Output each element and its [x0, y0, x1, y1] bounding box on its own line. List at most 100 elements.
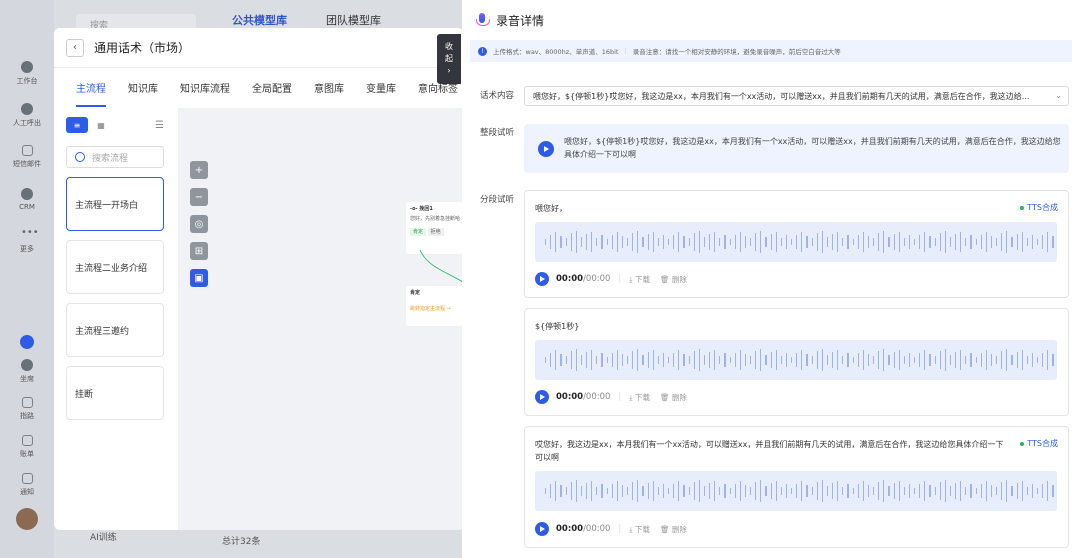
tab-main-flow[interactable]: 主流程: [76, 80, 106, 107]
waveform-bar: [996, 238, 998, 246]
delete-button[interactable]: 🗑 删除: [660, 274, 687, 285]
rail-item-notify[interactable]: 通知: [0, 466, 54, 504]
bill-icon: [21, 435, 33, 446]
waveform-bar: [1021, 350, 1023, 370]
flow-item[interactable]: 主流程一开场白: [66, 177, 164, 231]
waveform[interactable]: [535, 222, 1057, 262]
drawer-title: 录音详情: [496, 13, 545, 28]
waveform-bar: [765, 237, 767, 247]
waveform-bar: [1047, 481, 1049, 501]
grid-view-icon[interactable]: ▦: [90, 117, 112, 133]
waveform-bar: [965, 487, 967, 495]
play-icon[interactable]: [535, 522, 549, 536]
waveform-bar: [1016, 352, 1018, 368]
download-button[interactable]: ⤓ 下载: [629, 524, 650, 535]
flow-node-affirm[interactable]: 肯定 跳转指定主流程 →: [406, 286, 464, 326]
waveform-bar: [893, 234, 895, 250]
bg-ai-training[interactable]: AI训练: [90, 530, 117, 543]
bg-tab-public[interactable]: 公共模型库: [232, 12, 287, 28]
play-icon[interactable]: [538, 141, 554, 157]
back-button[interactable]: ‹: [66, 38, 84, 57]
flow-item[interactable]: 挂断: [66, 366, 164, 420]
rail-item-sms[interactable]: 短信邮件: [0, 136, 54, 178]
waveform-bar: [903, 356, 905, 364]
rail-item-route[interactable]: 指路: [0, 390, 54, 428]
waveform-bar: [760, 231, 762, 253]
waveform-bar: [729, 488, 731, 494]
waveform-bar: [637, 480, 639, 502]
waveform-bar: [580, 355, 582, 365]
rail-item-workbench[interactable]: 工作台: [0, 52, 54, 94]
delete-button[interactable]: 🗑 删除: [660, 524, 687, 535]
layout-grid-icon[interactable]: ▣: [190, 269, 208, 287]
upload-notice: ! 上传格式：wav、8000hz、单声道、16bit | 录音注意：请找一个相…: [470, 40, 1072, 62]
tab-variable[interactable]: 变量库: [366, 80, 396, 95]
waveform-bar: [919, 235, 921, 249]
download-button[interactable]: ⤓ 下载: [629, 392, 650, 403]
modal-tabs: 主流程 知识库 知识库流程 全局配置 意图库 变量库 意向标签: [54, 68, 464, 107]
waveform-bar: [755, 351, 757, 369]
flow-item[interactable]: 主流程二业务介绍: [66, 240, 164, 294]
waveform-bar: [985, 481, 987, 501]
zoom-in-icon[interactable]: +: [190, 161, 208, 179]
more-icon: •••: [21, 226, 39, 238]
waveform-bar: [698, 480, 700, 502]
tab-intent[interactable]: 意图库: [314, 80, 344, 95]
waveform-bar: [575, 349, 577, 371]
waveform-bar: [1001, 233, 1003, 251]
play-icon[interactable]: [535, 390, 549, 404]
waveform[interactable]: [535, 471, 1057, 511]
waveform-bar: [683, 354, 685, 366]
waveform-bar: [770, 234, 772, 250]
waveform-bar: [611, 484, 613, 498]
tab-knowledge[interactable]: 知识库: [128, 80, 158, 95]
waveform[interactable]: [535, 340, 1057, 380]
delete-button[interactable]: 🗑 删除: [660, 392, 687, 403]
zoom-out-icon[interactable]: −: [190, 188, 208, 206]
flow-item-label: 主流程二业务介绍: [75, 263, 148, 274]
rail-item-manual-call[interactable]: 人工呼出: [0, 94, 54, 136]
content-select[interactable]: 喂您好，${停顿1秒}哎您好，我这边是xx，本月我们有一个xx活动，可以赠送xx…: [524, 86, 1069, 106]
collapse-button[interactable]: 收 起 ›: [437, 34, 461, 84]
waveform-bar: [908, 235, 910, 249]
waveform-bar: [980, 235, 982, 249]
flow-item[interactable]: 主流程三邀约: [66, 303, 164, 357]
waveform-bar: [750, 238, 752, 246]
rail-item-bill[interactable]: 账单: [0, 428, 54, 466]
divider: |: [618, 524, 622, 534]
waveform-bar: [878, 233, 880, 251]
rail-item-more[interactable]: ••• 更多: [0, 220, 54, 262]
sort-icon[interactable]: ☰: [155, 120, 164, 131]
flow-search-input[interactable]: 搜索流程: [66, 146, 164, 168]
waveform-bar: [616, 232, 618, 252]
download-button[interactable]: ⤓ 下载: [629, 274, 650, 285]
tab-knowledge-flow[interactable]: 知识库流程: [180, 80, 230, 95]
waveform-bar: [627, 487, 629, 495]
waveform-bar: [586, 483, 588, 499]
rail-item-crm[interactable]: CRM: [0, 178, 54, 220]
assistant-avatar[interactable]: [0, 334, 54, 352]
flow-node-retain[interactable]: -o- 挽回1 您好，先别着急挂断哈 肯定 拒绝: [406, 202, 464, 254]
waveform-bar: [606, 239, 608, 245]
waveform-bar: [801, 350, 803, 370]
layout-tree-icon[interactable]: ⊞: [190, 242, 208, 260]
flow-canvas[interactable]: + − ◎ ⊞ ▣ -o- 挽回1 您好，先别着急挂断哈 肯定 拒绝 肯定 跳转…: [178, 108, 464, 530]
waveform-bar: [929, 354, 931, 366]
list-view-icon[interactable]: ≡: [66, 117, 88, 133]
waveform-bar: [734, 484, 736, 498]
bg-tab-team[interactable]: 团队模型库: [326, 12, 381, 28]
waveform-bar: [985, 232, 987, 252]
waveform-bar: [668, 239, 670, 245]
node-text: 跳转指定主流程 →: [410, 306, 451, 312]
tab-global-config[interactable]: 全局配置: [252, 80, 292, 95]
play-icon[interactable]: [535, 272, 549, 286]
waveform-bar: [862, 481, 864, 501]
waveform-bar: [780, 238, 782, 246]
waveform-bar: [734, 235, 736, 249]
waveform-bar: [862, 232, 864, 252]
locate-icon[interactable]: ◎: [190, 215, 208, 233]
waveform-bar: [565, 356, 567, 364]
rail-item-agent[interactable]: 坐席: [0, 352, 54, 390]
chevron-left-icon: ‹: [73, 42, 77, 53]
user-avatar[interactable]: [16, 508, 38, 530]
